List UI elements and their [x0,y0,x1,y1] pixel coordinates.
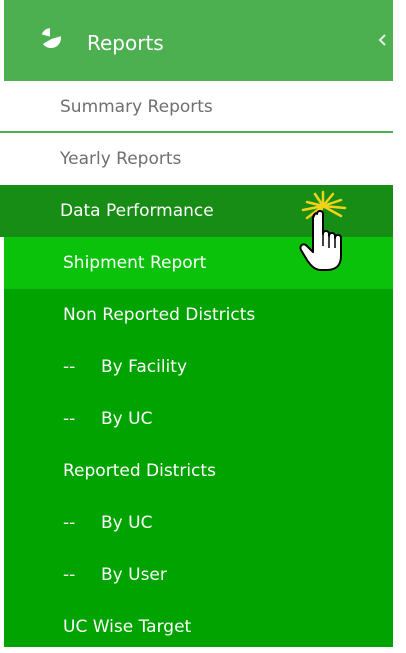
submenu-item-label: By Facility [101,357,188,377]
indent-dash: -- [63,409,76,429]
menu-item-yearly-reports[interactable]: Yearly Reports [0,133,393,185]
submenu-item-uc-wise-target[interactable]: UC Wise Target [4,601,393,653]
submenu-item-label: UC Wise Target [63,617,192,637]
submenu-item-by-uc[interactable]: -- By UC [4,393,393,445]
submenu-item-label: Non Reported Districts [63,305,256,325]
indent-dash: -- [63,357,76,377]
chevron-left-icon[interactable] [378,33,388,47]
submenu-item-label: By UC [101,513,153,533]
submenu-item-reported-districts[interactable]: Reported Districts [4,445,393,497]
reports-title: Reports [87,31,164,55]
pie-chart-icon [40,27,62,48]
submenu-item-non-reported-districts[interactable]: Non Reported Districts [4,289,393,341]
submenu-item-label: Shipment Report [63,253,207,273]
indent-dash: -- [63,565,76,585]
hand-cursor-icon [299,190,347,271]
menu-item-summary-reports[interactable]: Summary Reports [0,81,393,133]
menu-item-label: Summary Reports [60,97,213,117]
submenu-item-by-uc-reported[interactable]: -- By UC [4,497,393,549]
reports-header[interactable]: Reports [4,0,393,81]
submenu-item-by-facility[interactable]: -- By Facility [4,341,393,393]
menu-item-label: Data Performance [60,201,214,221]
menu-item-label: Yearly Reports [60,149,182,169]
reports-menu: Reports Summary Reports Yearly Reports D… [0,0,393,647]
submenu-item-label: By User [101,565,167,585]
data-performance-submenu: Shipment Report Non Reported Districts -… [4,237,393,647]
indent-dash: -- [63,513,76,533]
submenu-item-label: By UC [101,409,153,429]
submenu-item-label: Reported Districts [63,461,216,481]
submenu-item-by-user[interactable]: -- By User [4,549,393,601]
